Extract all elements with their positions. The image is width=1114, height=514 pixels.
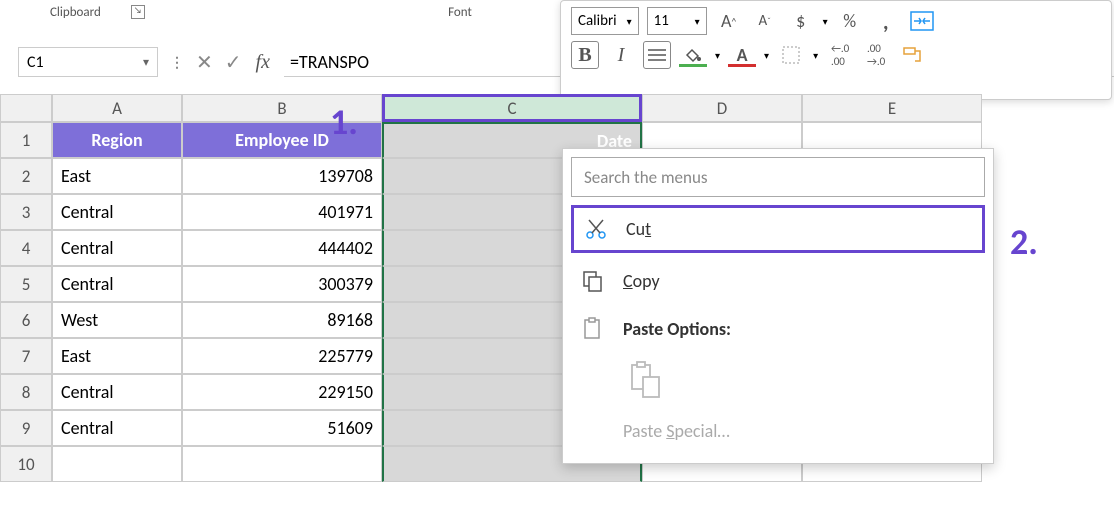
paste-icon[interactable] [627, 358, 663, 402]
annotation-1: 1. [330, 100, 358, 144]
paste-options-label: Paste Options: [623, 318, 731, 340]
cell[interactable]: East [52, 158, 182, 194]
copy-label: Copy [623, 270, 660, 292]
formula-bar-value: =TRANSPO [290, 51, 369, 73]
copy-icon [581, 269, 605, 293]
cancel-icon[interactable]: ✕ [196, 50, 213, 75]
font-label: Font [360, 5, 560, 20]
percent-format-icon[interactable]: % [836, 7, 864, 35]
chevron-down-icon[interactable]: ▾ [715, 49, 720, 62]
row-header[interactable]: 8 [0, 374, 52, 410]
row-header[interactable]: 1 [0, 122, 52, 158]
cut-label: Cut [626, 218, 651, 240]
cell[interactable]: 300379 [182, 266, 382, 302]
menu-item-copy[interactable]: Copy [571, 257, 985, 305]
cell[interactable]: Central [52, 374, 182, 410]
font-size: 11 [654, 12, 669, 30]
menu-item-paste-special: Paste Special… [571, 407, 985, 455]
cell[interactable]: East [52, 338, 182, 374]
chevron-down-icon[interactable]: ▾ [143, 55, 149, 70]
border-icon[interactable] [777, 41, 805, 69]
cell[interactable]: Central [52, 194, 182, 230]
separator-icon: ⋮ [170, 54, 184, 71]
paste-options-row [571, 353, 985, 407]
row-header[interactable]: 10 [0, 446, 52, 482]
menu-search-input[interactable]: Search the menus [571, 157, 985, 197]
chevron-down-icon[interactable]: ▾ [764, 49, 769, 62]
chevron-down-icon[interactable]: ▾ [823, 15, 828, 28]
col-header-E[interactable]: E [802, 94, 982, 122]
font-color-icon[interactable]: A [728, 41, 756, 69]
cell[interactable]: Central [52, 230, 182, 266]
enter-icon[interactable]: ✓ [225, 50, 242, 75]
row-header[interactable]: 5 [0, 266, 52, 302]
select-all-corner[interactable] [0, 94, 52, 122]
name-box[interactable]: C1 ▾ [18, 47, 158, 77]
cell[interactable]: West [52, 302, 182, 338]
col-header-A[interactable]: A [52, 94, 182, 122]
chevron-down-icon[interactable]: ▾ [813, 49, 818, 62]
decrease-decimal-icon[interactable]: .00→.0 [862, 41, 890, 69]
cell[interactable]: 51609 [182, 410, 382, 446]
col-header-D[interactable]: D [642, 94, 802, 122]
search-placeholder: Search the menus [584, 167, 708, 188]
row-header[interactable]: 2 [0, 158, 52, 194]
paste-special-label: Paste Special… [623, 420, 730, 442]
cell[interactable]: 401971 [182, 194, 382, 230]
font-size-select[interactable]: 11 ▾ [647, 7, 707, 35]
accounting-format-icon[interactable]: $ [787, 7, 815, 35]
scissors-icon [584, 217, 608, 241]
row-header[interactable]: 6 [0, 302, 52, 338]
chevron-down-icon: ▾ [627, 15, 632, 28]
increase-font-icon[interactable]: A^ [715, 7, 743, 35]
context-menu: Search the menus Cut Copy Paste Options:… [562, 148, 994, 464]
comma-format-icon[interactable]: , [872, 7, 900, 35]
font-select[interactable]: Calibri ▾ [571, 7, 639, 35]
blank-icon [581, 419, 605, 443]
italic-button[interactable]: I [607, 41, 635, 69]
col-header-C[interactable]: C [382, 94, 642, 122]
merge-icon[interactable] [908, 7, 936, 35]
cell[interactable] [182, 446, 382, 482]
cell[interactable]: 139708 [182, 158, 382, 194]
menu-item-paste-options: Paste Options: [571, 305, 985, 353]
clipboard-icon [581, 317, 605, 341]
menu-item-cut[interactable]: Cut [571, 205, 985, 253]
cell[interactable]: 225779 [182, 338, 382, 374]
align-icon[interactable] [643, 41, 671, 69]
cell[interactable]: Central [52, 266, 182, 302]
increase-decimal-icon[interactable]: ←.0.00 [826, 41, 854, 69]
clipboard-launcher-icon[interactable] [131, 5, 145, 19]
cell[interactable]: 444402 [182, 230, 382, 266]
mini-toolbar: Calibri ▾ 11 ▾ A^ Aˇ $ ▾ % , B I ▾ A ▾ ▾ [560, 0, 1112, 100]
row-header[interactable]: 7 [0, 338, 52, 374]
name-box-value: C1 [27, 53, 44, 72]
cell[interactable]: Region [52, 122, 182, 158]
fill-color-icon[interactable] [679, 41, 707, 69]
annotation-2: 2. [1010, 220, 1038, 264]
row-header[interactable]: 4 [0, 230, 52, 266]
cell[interactable] [52, 446, 182, 482]
decrease-font-icon[interactable]: Aˇ [751, 7, 779, 35]
row-header[interactable]: 9 [0, 410, 52, 446]
font-name: Calibri [578, 12, 617, 30]
cell[interactable]: 229150 [182, 374, 382, 410]
fx-icon[interactable]: fx [256, 51, 270, 74]
clipboard-label: Clipboard [50, 5, 101, 20]
format-painter-icon[interactable] [898, 41, 926, 69]
bold-button[interactable]: B [571, 41, 599, 69]
row-header[interactable]: 3 [0, 194, 52, 230]
cell[interactable]: 89168 [182, 302, 382, 338]
chevron-down-icon: ▾ [695, 15, 700, 28]
cell[interactable]: Central [52, 410, 182, 446]
